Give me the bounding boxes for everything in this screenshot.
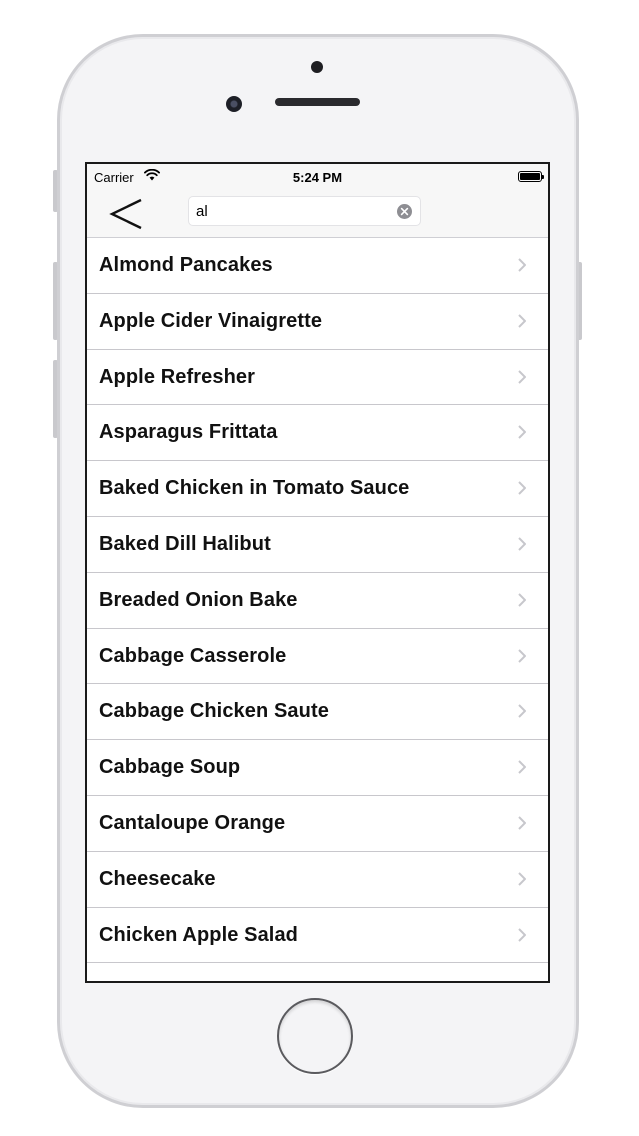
list-item[interactable]: Cantaloupe Orange	[87, 795, 548, 852]
list-item-label: Breaded Onion Bake	[99, 588, 298, 611]
front-camera	[226, 96, 242, 112]
status-bar: Carrier 5:24 PM	[87, 164, 548, 190]
chevron-right-icon	[518, 314, 527, 333]
list-item-label: Cabbage Soup	[99, 756, 241, 779]
list-item-label: Cabbage Chicken Saute	[99, 700, 329, 723]
list-item[interactable]: Breaded Onion Bake	[87, 572, 548, 629]
list-item-partial[interactable]	[87, 963, 548, 981]
list-item-label: Asparagus Frittata	[99, 421, 278, 444]
chevron-right-icon	[518, 648, 527, 668]
chevron-right-icon	[518, 816, 527, 835]
proximity-sensor	[311, 61, 323, 73]
chevron-right-icon	[518, 704, 527, 723]
list-item[interactable]: Cabbage Casserole	[87, 628, 548, 685]
chevron-right-icon	[518, 872, 527, 891]
search-field[interactable]	[188, 196, 421, 226]
earpiece-speaker	[275, 98, 360, 106]
chevron-right-icon	[518, 258, 527, 277]
chevron-left-icon[interactable]	[107, 194, 147, 234]
list-item[interactable]: Baked Dill Halibut	[87, 516, 548, 573]
list-item[interactable]: Asparagus Frittata	[87, 405, 548, 462]
chevron-right-icon	[518, 593, 527, 612]
list-item-label: Apple Cider Vinaigrette	[99, 309, 323, 332]
list-item-label: Cabbage Casserole	[99, 644, 287, 667]
navigation-bar	[87, 190, 548, 238]
chevron-right-icon	[518, 369, 527, 389]
list-item[interactable]: Almond Pancakes	[87, 238, 548, 294]
battery-icon	[518, 171, 544, 182]
list-item-label: Baked Chicken in Tomato Sauce	[99, 477, 410, 500]
list-item[interactable]: Cabbage Soup	[87, 740, 548, 796]
recipe-list: Almond Pancakes Apple Cider Vinaigrette …	[87, 238, 548, 981]
chevron-right-icon	[518, 760, 527, 779]
chevron-right-icon	[518, 425, 527, 444]
list-item-label: Cheesecake	[99, 867, 216, 890]
list-item[interactable]: Apple Refresher	[87, 349, 548, 406]
list-item-label: Baked Dill Halibut	[99, 532, 271, 555]
list-item-label: Cantaloupe Orange	[99, 811, 286, 834]
chevron-right-icon	[518, 481, 527, 500]
home-button[interactable]	[277, 998, 353, 1074]
search-input[interactable]	[196, 200, 391, 222]
list-item-label: Chicken Apple Salad	[99, 923, 298, 946]
clear-circle-icon[interactable]	[397, 204, 412, 219]
list-item-label: Almond Pancakes	[99, 254, 273, 276]
list-item-label: Apple Refresher	[99, 365, 255, 388]
list-item[interactable]: Chicken Apple Salad	[87, 907, 548, 964]
list-item[interactable]: Cabbage Chicken Saute	[87, 684, 548, 741]
list-item[interactable]: Baked Chicken in Tomato Sauce	[87, 461, 548, 517]
chevron-right-icon	[518, 927, 527, 947]
chevron-right-icon	[518, 537, 527, 556]
list-item[interactable]: Cheesecake	[87, 851, 548, 908]
status-time: 5:24 PM	[292, 170, 343, 185]
phone-screen: Carrier 5:24 PM Almond Pancak	[85, 162, 550, 983]
list-item[interactable]: Apple Cider Vinaigrette	[87, 293, 548, 350]
